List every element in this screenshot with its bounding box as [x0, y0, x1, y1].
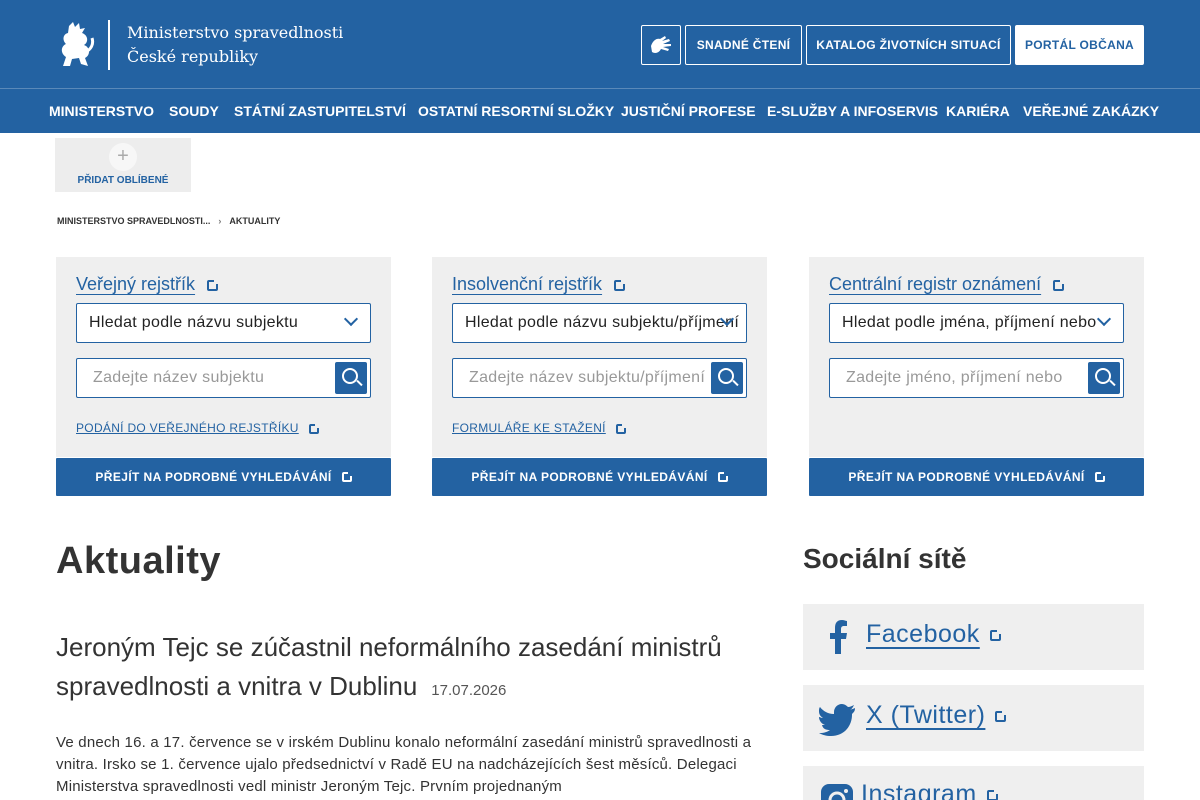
sign-language-button[interactable] [641, 25, 681, 65]
public-register-submission-link[interactable]: PODÁNÍ DO VEŘEJNÉHO REJSTŘÍKU [76, 421, 320, 435]
external-link-icon [717, 471, 729, 482]
card-title-text: Insolvenční rejstřík [452, 274, 603, 294]
external-link-icon [308, 422, 320, 434]
life-situations-catalog-button[interactable]: KATALOG ŽIVOTNÍCH SITUACÍ [806, 25, 1011, 65]
insolvency-register-card: Insolvenční rejstřík Hledat podle názvu … [432, 257, 767, 457]
public-register-search-input[interactable]: Zadejte název subjektu [76, 358, 371, 398]
nav-item-statni-zastupitelstvi[interactable]: STÁTNÍ ZASTUPITELSTVÍ [234, 89, 406, 133]
insolvency-register-detailed-search-button[interactable]: PŘEJÍT NA PODROBNÉ VYHLEDÁVÁNÍ [432, 458, 767, 496]
search-icon [342, 368, 358, 384]
external-link-icon [986, 788, 999, 800]
chevron-right-icon: › [218, 216, 222, 226]
external-link-icon [1053, 278, 1066, 291]
chevron-down-icon [1096, 311, 1112, 327]
forms-download-link[interactable]: FORMULÁŘE KE STAŽENÍ [452, 421, 627, 435]
external-link-icon [1094, 471, 1106, 482]
twitter-box: X (Twitter) [803, 685, 1144, 751]
nav-item-ministerstvo[interactable]: MINISTERSTVO [49, 89, 154, 133]
twitter-link[interactable]: X (Twitter) [866, 701, 1008, 730]
main-navigation: MINISTERSTVO SOUDY STÁTNÍ ZASTUPITELSTVÍ… [0, 88, 1200, 133]
add-favorite-button[interactable]: + PŘIDAT OBLÍBENÉ [55, 138, 191, 192]
select-value: Hledat podle jména, příjmení nebo [842, 314, 1097, 331]
insolvency-register-search-type-select[interactable]: Hledat podle názvu subjektu/příjmení [452, 303, 747, 343]
input-placeholder: Zadejte jméno, příjmení nebo [846, 369, 1063, 386]
input-placeholder: Zadejte název subjektu [93, 369, 265, 386]
instagram-label: Instagram [861, 780, 977, 800]
breadcrumb-current: AKTUALITY [229, 216, 281, 226]
search-button[interactable] [335, 362, 367, 394]
twitter-label: X (Twitter) [866, 701, 986, 729]
public-register-search-type-select[interactable]: Hledat podle názvu subjektu [76, 303, 371, 343]
cta-label: PŘEJÍT NA PODROBNÉ VYHLEDÁVÁNÍ [848, 470, 1085, 484]
news-section-title: Aktuality [56, 540, 221, 582]
card-title-text: Centrální registr oznámení [829, 274, 1042, 294]
facebook-box: Facebook [803, 604, 1144, 670]
instagram-icon [821, 784, 853, 800]
easy-read-button[interactable]: SNADNÉ ČTENÍ [685, 25, 802, 65]
external-link-icon [615, 422, 627, 434]
czech-lion-logo-icon[interactable] [55, 22, 95, 68]
card-link-text: PODÁNÍ DO VEŘEJNÉHO REJSTŘÍKU [76, 421, 299, 435]
central-notice-register-search-input[interactable]: Zadejte jméno, příjmení nebo [829, 358, 1124, 398]
central-notice-register-detailed-search-button[interactable]: PŘEJÍT NA PODROBNÉ VYHLEDÁVÁNÍ [809, 458, 1144, 496]
insolvency-register-title-link[interactable]: Insolvenční rejstřík [452, 274, 627, 295]
twitter-icon [819, 704, 855, 736]
public-register-detailed-search-button[interactable]: PŘEJÍT NA PODROBNÉ VYHLEDÁVÁNÍ [56, 458, 391, 496]
central-notice-register-search-type-select[interactable]: Hledat podle jména, příjmení nebo [829, 303, 1124, 343]
article-date: 17.07.2026 [431, 682, 507, 699]
search-icon [1095, 368, 1111, 384]
nav-item-e-sluzby[interactable]: E-SLUŽBY A INFOSERVIS [767, 89, 938, 133]
ministry-name-line1: Ministerstvo spravedlnosti [127, 23, 344, 42]
input-placeholder: Zadejte název subjektu/příjmení [469, 369, 706, 386]
logo-divider [108, 20, 110, 70]
external-link-icon [989, 628, 1002, 641]
ministry-name-line2: České republiky [127, 47, 259, 66]
card-link-text: FORMULÁŘE KE STAŽENÍ [452, 421, 606, 435]
nav-item-kariera[interactable]: KARIÉRA [946, 89, 1010, 133]
card-title-text: Veřejný rejstřík [76, 274, 196, 294]
insolvency-register-search-input[interactable]: Zadejte název subjektu/příjmení [452, 358, 747, 398]
select-value: Hledat podle názvu subjektu [89, 314, 299, 331]
nav-item-ostatni-resortni-slozky[interactable]: OSTATNÍ RESORTNÍ SLOŽKY [418, 89, 614, 133]
central-notice-register-card: Centrální registr oznámení Hledat podle … [809, 257, 1144, 457]
external-link-icon [341, 471, 353, 482]
public-register-card: Veřejný rejstřík Hledat podle názvu subj… [56, 257, 391, 457]
chevron-down-icon [343, 311, 359, 327]
instagram-link[interactable]: Instagram [861, 780, 999, 800]
search-button[interactable] [1088, 362, 1120, 394]
ministry-name[interactable]: Ministerstvo spravedlnosti České republi… [127, 21, 343, 69]
select-value: Hledat podle názvu subjektu/příjmení [465, 314, 740, 331]
external-link-icon [614, 278, 627, 291]
nav-item-verejne-zakazky[interactable]: VEŘEJNÉ ZAKÁZKY [1023, 89, 1159, 133]
plus-icon: + [109, 143, 137, 171]
article-body: Ve dnech 16. a 17. července se v irském … [56, 734, 752, 795]
breadcrumb: MINISTERSTVO SPRAVEDLNOSTI... › AKTUALIT… [57, 216, 280, 226]
facebook-label: Facebook [866, 620, 980, 648]
cta-label: PŘEJÍT NA PODROBNÉ VYHLEDÁVÁNÍ [95, 470, 332, 484]
search-icon [718, 368, 734, 384]
social-section-title: Sociální sítě [803, 543, 967, 574]
article-title[interactable]: Jeroným Tejc se zúčastnil neformálního z… [56, 628, 766, 710]
facebook-icon [830, 620, 847, 654]
article-title-text: Jeroným Tejc se zúčastnil neformálního z… [56, 632, 722, 701]
citizen-portal-button[interactable]: PORTÁL OBČANA [1015, 25, 1144, 65]
external-link-icon [995, 709, 1008, 722]
sign-language-icon [651, 36, 671, 53]
public-register-title-link[interactable]: Veřejný rejstřík [76, 274, 220, 295]
instagram-box: Instagram [803, 766, 1144, 800]
central-notice-register-title-link[interactable]: Centrální registr oznámení [829, 274, 1066, 295]
add-favorite-label: PŘIDAT OBLÍBENÉ [77, 175, 169, 186]
nav-item-justicni-profese[interactable]: JUSTIČNÍ PROFESE [621, 89, 756, 133]
search-button[interactable] [711, 362, 743, 394]
breadcrumb-home[interactable]: MINISTERSTVO SPRAVEDLNOSTI... [57, 216, 210, 226]
nav-item-soudy[interactable]: SOUDY [169, 89, 219, 133]
external-link-icon [207, 278, 220, 291]
cta-label: PŘEJÍT NA PODROBNÉ VYHLEDÁVÁNÍ [471, 470, 708, 484]
facebook-link[interactable]: Facebook [866, 620, 1002, 649]
site-header: Ministerstvo spravedlnosti České republi… [0, 0, 1200, 88]
